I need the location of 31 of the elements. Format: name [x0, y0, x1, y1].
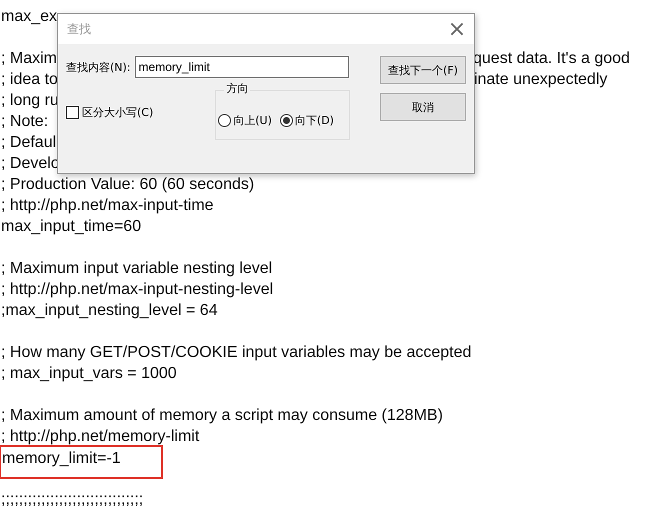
- checkbox[interactable]: [66, 106, 79, 119]
- code-line: ;;;;;;;;;;;;;;;;;;;;;;;;;;;;;;;;: [1, 490, 144, 510]
- code-line: ; Maxim: [1, 49, 57, 69]
- code-line: ; max_input_vars = 1000: [1, 364, 177, 384]
- code-line: ; Maximum amount of memory a script may consume (128MB): [1, 406, 443, 426]
- find-label: 查找内容(N):: [66, 60, 131, 74]
- radio-button[interactable]: [280, 114, 293, 127]
- close-button[interactable]: ×: [440, 14, 474, 44]
- code-line: inate unexpectedly: [474, 70, 608, 90]
- code-line: ; Production Value: 60 (60 seconds): [1, 175, 254, 195]
- code-line: ; Maximum input variable nesting level: [1, 259, 272, 279]
- radio-label[interactable]: 向上(U): [233, 113, 272, 128]
- dialog-button[interactable]: 查找下一个(F): [380, 56, 466, 84]
- radio-label[interactable]: 向下(D): [294, 113, 334, 128]
- code-line: ; http://php.net/memory-limit: [1, 427, 200, 447]
- code-line: max_input_time=60: [1, 217, 142, 237]
- dialog-title: 查找: [67, 20, 91, 38]
- code-line: max_ex: [1, 7, 58, 27]
- code-line: ;max_input_nesting_level = 64: [1, 301, 218, 321]
- code-line: ; Note:: [1, 112, 48, 132]
- match-case-label[interactable]: 区分大小写(C): [82, 105, 154, 120]
- group-title: 方向: [224, 81, 250, 96]
- code-line: ; http://php.net/max-input-time: [1, 196, 214, 216]
- code-line: ; How many GET/POST/COOKIE input variables may be accepted: [1, 343, 472, 363]
- find-input-field[interactable]: memory_limit: [134, 56, 349, 78]
- code-line: ; Defaul: [1, 133, 56, 153]
- code-line: ; http://php.net/max-input-nesting-level: [1, 280, 274, 300]
- dialog-button[interactable]: 取消: [380, 93, 466, 121]
- code-line: memory_limit=-1: [1, 447, 161, 477]
- code-line: ; idea to: [1, 70, 58, 90]
- radio-button[interactable]: [218, 114, 232, 127]
